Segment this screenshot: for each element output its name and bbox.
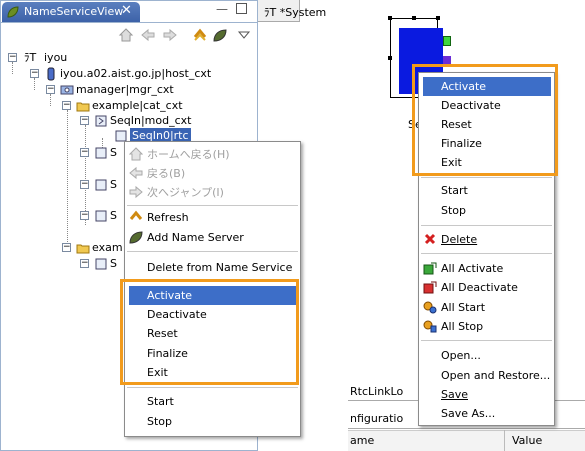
all-activate-icon [423,262,437,275]
home-icon [129,147,143,161]
manager-icon [60,85,74,95]
panel-divider [348,428,585,429]
panel-tab-configuration[interactable]: nfiguratio [350,412,403,425]
forward-arrow-icon[interactable] [162,27,178,43]
rtc-inport[interactable] [443,36,451,46]
menu-item-all-deactivate[interactable]: All Deactivate [419,278,554,297]
tree-label-module: S [110,178,117,191]
tree-label-host: iyou.a02.aist.go.jp|host_cxt [60,67,212,80]
folder-open-icon [76,102,90,112]
view-toolbar [0,23,258,47]
refresh-icon[interactable] [192,27,208,43]
root-prefix: ﾗT [24,51,37,64]
column-header-name[interactable]: ame [350,434,374,447]
refresh-icon [129,210,143,220]
column-header-value[interactable]: Value [512,434,542,447]
collapse-toggle-icon[interactable]: − [80,116,89,125]
add-name-server-icon[interactable] [212,27,228,43]
tree-label-category: exam [92,241,123,254]
highlight-box [412,64,558,176]
menu-item-start[interactable]: Start [419,181,554,200]
menu-item-start[interactable]: Start [125,392,300,411]
selection-handle[interactable] [388,56,392,60]
all-start-icon [423,301,437,314]
tree-connector [34,78,35,90]
selection-handle[interactable] [436,16,440,20]
menu-item-forward[interactable]: 次へジャンプ(I) [125,183,300,202]
collapse-toggle-icon[interactable]: − [80,211,89,220]
all-deactivate-icon [423,281,437,294]
leaf-icon [7,6,19,18]
menu-separator [421,225,552,226]
menu-item-open-and-restore[interactable]: Open and Restore... [419,366,554,385]
back-arrow-icon [129,166,143,180]
menu-item-delete[interactable]: Delete [419,230,554,249]
view-tab-label: NameServiceView [24,5,124,18]
host-icon [47,67,55,81]
editor-tab-label: ﾗT *System [264,6,327,19]
menu-separator [127,205,298,206]
tree-label-module: S [110,257,117,270]
menu-separator [127,251,298,252]
tree-label-category: example|cat_cxt [92,99,183,112]
menu-item-open[interactable]: Open... [419,346,554,365]
menu-item-add-name-server[interactable]: Add Name Server [125,228,300,247]
module-icon [95,210,107,222]
menu-separator [421,177,552,178]
delete-x-icon [424,233,436,245]
menu-item-all-start[interactable]: All Start [419,298,554,317]
home-icon[interactable] [118,27,134,43]
menu-item-all-stop[interactable]: All Stop [419,317,554,336]
collapse-toggle-icon[interactable]: − [30,69,39,78]
forward-arrow-icon [129,185,143,199]
menu-item-save-as[interactable]: Save As... [419,404,554,423]
menu-item-refresh[interactable]: Refresh [125,208,300,227]
module-icon [95,115,107,127]
module-icon [95,258,107,270]
tree-label-module: SeqIn|mod_cxt [110,114,192,127]
menu-separator [421,340,552,341]
tree-connector [12,62,13,74]
collapse-toggle-icon[interactable]: − [62,243,71,252]
tree-label-manager: manager|mgr_cxt [76,83,174,96]
column-divider[interactable] [504,430,505,451]
back-arrow-icon[interactable] [140,27,156,43]
folder-open-icon [76,244,90,254]
minimize-icon[interactable]: — [216,3,228,16]
maximize-icon[interactable] [236,3,247,14]
panel-tab-rtclink[interactable]: RtcLinkLo [350,385,403,398]
menu-separator [127,387,298,388]
view-tab-name-service[interactable]: NameServiceView ✕ [2,2,140,22]
property-table-header [348,430,585,451]
collapse-toggle-icon[interactable]: − [80,259,89,268]
module-icon [95,147,107,159]
tree-connector [67,110,68,250]
add-name-server-icon [129,231,143,244]
menu-item-stop[interactable]: Stop [419,201,554,220]
selection-handle[interactable] [388,16,392,20]
menu-item-home[interactable]: ホームへ戻る(H) [125,145,300,164]
collapse-toggle-icon[interactable]: − [62,101,71,110]
view-menu-icon[interactable] [236,27,252,43]
collapse-toggle-icon[interactable]: − [80,180,89,189]
menu-separator [421,253,552,254]
collapse-toggle-icon[interactable]: − [46,85,55,94]
collapse-toggle-icon[interactable]: − [80,148,89,157]
menu-item-all-activate[interactable]: All Activate [419,259,554,278]
menu-item-delete-from-name-service[interactable]: Delete from Name Service [125,258,300,277]
selection-handle[interactable] [412,16,416,20]
all-stop-icon [423,320,437,333]
collapse-toggle-icon[interactable]: − [8,53,17,62]
highlight-box [120,279,299,385]
close-icon[interactable]: ✕ [121,3,132,18]
menu-item-back[interactable]: 戻る(B) [125,164,300,183]
tree-label-root: iyou [44,51,68,64]
tree-label-module: S [110,146,117,159]
menu-item-save[interactable]: Save [419,385,554,404]
module-icon [95,179,107,191]
tree-label-module: S [110,209,117,222]
menu-item-stop[interactable]: Stop [125,412,300,431]
tree-connector [50,94,51,106]
